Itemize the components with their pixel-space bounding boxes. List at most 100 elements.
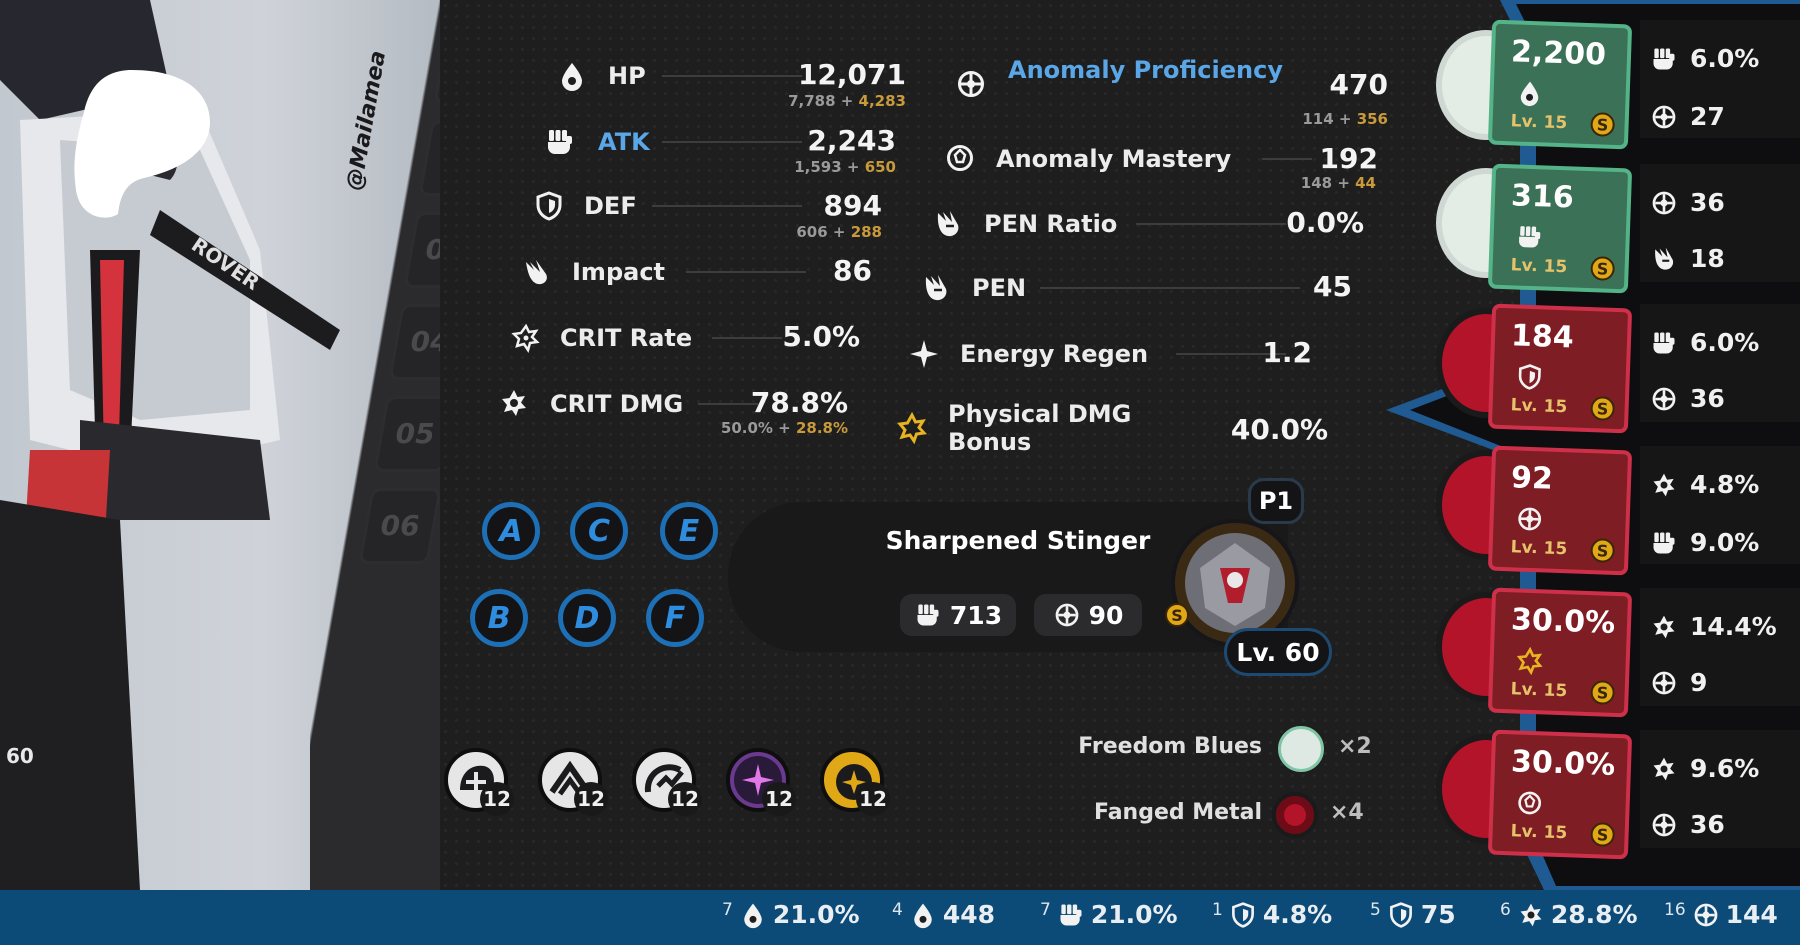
disc-6-sub-2: 36 xyxy=(1650,810,1725,839)
stat-value-pen-ratio: 0.0% xyxy=(1286,206,1364,239)
core-skill-1[interactable]: 12 xyxy=(444,748,514,816)
stat-label-anomaly-proficiency: Anomaly Proficiency xyxy=(1008,56,1283,84)
disc-5-sub-2: 9 xyxy=(1650,668,1707,697)
w-engine-stat-ap: 90 xyxy=(1034,594,1142,636)
summary-crit-dmg: 6 28.8% xyxy=(1500,899,1638,930)
hp-drop-icon xyxy=(556,60,588,92)
disc-level: Lv. 15 xyxy=(1510,395,1568,418)
disc-1-card[interactable]: 2,200 Lv. 15 S xyxy=(1487,19,1633,150)
anomaly-proficiency-icon xyxy=(1053,601,1081,629)
disc-rank-badge: S xyxy=(1590,112,1616,137)
slot-number: 06 xyxy=(380,509,420,542)
def-shield-icon xyxy=(1515,362,1544,391)
skill-e-button[interactable]: E xyxy=(660,502,718,560)
stat-value-anomaly-mastery: 192 xyxy=(1319,142,1378,175)
skill-d-button[interactable]: D xyxy=(558,589,616,647)
impact-icon xyxy=(522,256,554,288)
w-engine-atk-value: 713 xyxy=(949,600,1003,630)
disc-2-card[interactable]: 316 Lv. 15 S xyxy=(1487,163,1633,294)
slot-number: 03 xyxy=(425,233,440,266)
physical-dmg-icon xyxy=(1515,646,1544,675)
energy-regen-icon xyxy=(908,338,940,370)
stat-value-pen: 45 xyxy=(1313,270,1352,303)
disc-5-card[interactable]: 30.0% Lv. 15 S xyxy=(1487,587,1633,718)
core-skill-5[interactable]: 12 xyxy=(820,748,890,816)
stat-label-physical-dmg-bonus: Physical DMG Bonus xyxy=(948,400,1132,456)
disc-2-sub-1: 36 xyxy=(1650,188,1725,217)
summary-def-flat: 5 75 xyxy=(1370,899,1456,930)
pen-icon xyxy=(1650,245,1678,273)
stat-value-impact: 86 xyxy=(833,254,872,287)
freedom-blues-icon xyxy=(1278,726,1324,772)
disc-main-value: 316 xyxy=(1510,178,1575,216)
disc-1-sub-2: 27 xyxy=(1650,102,1725,131)
stat-label-def: DEF xyxy=(584,192,637,220)
stat-label-pen-ratio: PEN Ratio xyxy=(984,210,1118,238)
crit-rate-icon xyxy=(510,322,542,354)
drive-disc-panel: 2,200 Lv. 15 S 6.0% 27 316 Lv. 15 S 36 1… xyxy=(1386,0,1800,890)
anomaly-proficiency-icon xyxy=(1650,669,1678,697)
anomaly-proficiency-icon xyxy=(1650,385,1678,413)
disc-rank-badge: S xyxy=(1590,822,1616,847)
atk-fist-icon xyxy=(1650,329,1678,357)
slot-number: 04 xyxy=(410,325,440,358)
skill-a-button[interactable]: A xyxy=(482,502,540,560)
core-skill-4[interactable]: 12 xyxy=(726,748,796,816)
stat-label-hp: HP xyxy=(608,62,646,90)
skill-f-button[interactable]: F xyxy=(646,589,704,647)
stat-breakdown-crit-dmg: 50.0% + 28.8% xyxy=(720,419,848,437)
disc-3-card[interactable]: 184 Lv. 15 S xyxy=(1487,303,1633,434)
watermark-text: @Mailamea xyxy=(342,48,392,193)
disc-6-card[interactable]: 30.0% Lv. 15 S xyxy=(1487,729,1633,860)
disc-level: Lv. 15 xyxy=(1510,679,1568,702)
def-shield-icon xyxy=(1229,901,1257,929)
stat-breakdown-def: 606 + 288 xyxy=(796,223,882,241)
anomaly-mastery-icon xyxy=(944,142,976,174)
atk-fist-icon xyxy=(1650,529,1678,557)
hp-drop-icon xyxy=(909,901,937,929)
stat-label-crit-dmg: CRIT DMG xyxy=(550,390,684,418)
physical-dmg-icon xyxy=(896,412,928,444)
disc-2-sub-2: 18 xyxy=(1650,244,1725,273)
slot-06[interactable]: 06 xyxy=(358,488,440,564)
stat-value-crit-dmg: 78.8% xyxy=(750,386,848,419)
skill-b-button[interactable]: B xyxy=(470,589,528,647)
summary-hp-percent: 7 21.0% xyxy=(722,899,860,930)
disc-4-card[interactable]: 92 Lv. 15 S xyxy=(1487,445,1633,576)
atk-fist-icon xyxy=(1515,222,1544,251)
def-shield-icon xyxy=(533,190,565,222)
atk-fist-icon xyxy=(1057,901,1085,929)
disc-level: Lv. 15 xyxy=(1510,821,1568,844)
slot-number: 05 xyxy=(395,417,435,450)
disc-main-value: 30.0% xyxy=(1510,602,1616,641)
slot-number: 02 xyxy=(428,141,440,174)
stat-value-energy-regen: 1.2 xyxy=(1262,336,1312,369)
disc-rank-badge: S xyxy=(1590,680,1616,705)
w-engine-rank-badge: S xyxy=(1165,603,1189,627)
disc-rank-badge: S xyxy=(1590,396,1616,421)
summary-anomaly-proficiency: 16 144 xyxy=(1664,899,1778,930)
w-engine-name: Sharpened Stinger xyxy=(885,526,1151,555)
summary-def-percent: 1 4.8% xyxy=(1212,899,1333,930)
stat-breakdown-anomaly-proficiency: 114 + 356 xyxy=(1302,110,1388,128)
crit-dmg-icon xyxy=(1650,613,1678,641)
disc-rank-badge: S xyxy=(1590,256,1616,281)
core-skill-2[interactable]: 12 xyxy=(538,748,608,816)
crit-dmg-icon xyxy=(1650,755,1678,783)
stat-breakdown-anomaly-mastery: 148 + 44 xyxy=(1300,174,1376,192)
core-skill-level: 12 xyxy=(762,782,796,816)
disc-rank-badge: S xyxy=(1590,538,1616,563)
disc-4-sub-2: 9.0% xyxy=(1650,528,1759,557)
core-skill-3[interactable]: 12 xyxy=(632,748,702,816)
logo-blob xyxy=(74,70,210,218)
set-count-fanged-metal: ×4 xyxy=(1330,800,1364,825)
set-name-freedom-blues: Freedom Blues xyxy=(1078,734,1262,759)
w-engine-phase-badge: P1 xyxy=(1248,478,1304,524)
summary-atk-percent: 7 21.0% xyxy=(1040,899,1178,930)
anomaly-proficiency-icon xyxy=(1515,504,1544,533)
stat-label-impact: Impact xyxy=(572,258,666,286)
disc-5-sub-1: 14.4% xyxy=(1650,612,1777,641)
artist-watermark: @Mailamea xyxy=(330,18,392,208)
skill-c-button[interactable]: C xyxy=(570,502,628,560)
set-count-freedom-blues: ×2 xyxy=(1338,734,1372,759)
